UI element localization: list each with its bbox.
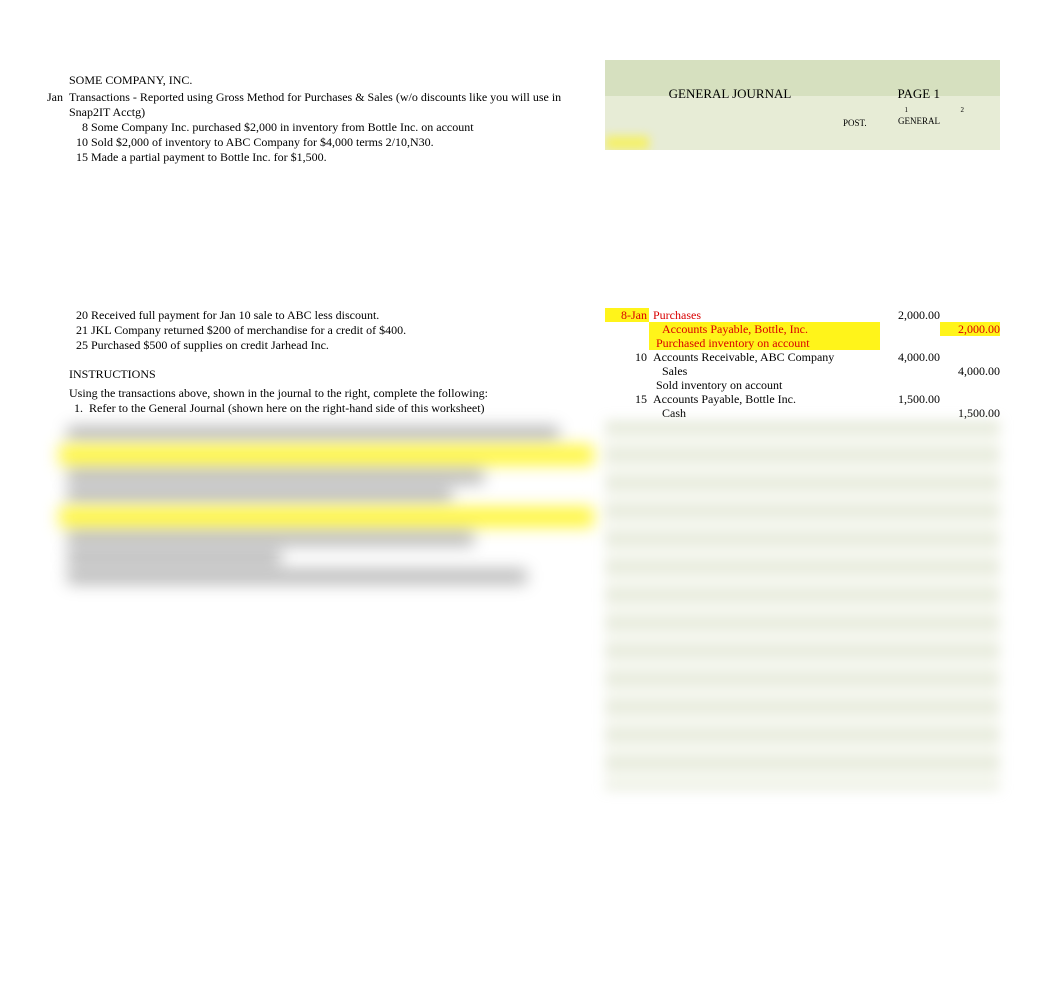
transaction-day: 21	[69, 323, 91, 338]
journal-row: Sales 4,000.00	[605, 364, 1000, 378]
step-number: 1.	[69, 401, 89, 416]
transaction-row: 10Sold $2,000 of inventory to ABC Compan…	[47, 135, 602, 150]
journal-row: Accounts Payable, Bottle, Inc. 2,000.00	[605, 322, 1000, 336]
company-name: SOME COMPANY, INC.	[69, 73, 602, 88]
transaction-day: 8	[69, 120, 91, 135]
transaction-text: Some Company Inc. purchased $2,000 in in…	[91, 120, 602, 135]
instructions-line: Using the transactions above, shown in t…	[69, 386, 602, 401]
journal-desc: Sold inventory on account	[649, 378, 880, 392]
transaction-day: 15	[69, 150, 91, 165]
transaction-text: Purchased $500 of supplies on credit Jar…	[91, 338, 602, 353]
journal-row: 15Accounts Payable, Bottle Inc.1,500.00	[605, 392, 1000, 406]
journal-debit: 2,000.00	[880, 308, 940, 322]
gj-general: GENERAL	[898, 116, 940, 126]
transaction-text: JKL Company returned $200 of merchandise…	[91, 323, 602, 338]
journal-credit: 2,000.00	[940, 322, 1000, 336]
transaction-row: 20Received full payment for Jan 10 sale …	[47, 308, 602, 323]
journal-desc: Purchases	[649, 308, 880, 322]
journal-desc: Cash	[649, 406, 880, 420]
journal-debit: 1,500.00	[880, 392, 940, 406]
journal-desc: Accounts Payable, Bottle Inc.	[649, 392, 880, 406]
step-text: Refer to the General Journal (shown here…	[89, 401, 485, 416]
transactions-header: Transactions - Reported using Gross Meth…	[69, 90, 602, 120]
journal-row: Sold inventory on account	[605, 378, 1000, 392]
journal-debit: 4,000.00	[880, 350, 940, 364]
general-journal-header: GENERAL JOURNAL PAGE 1 1 2 POST. GENERAL	[605, 60, 1000, 150]
month-label: Jan	[47, 90, 69, 105]
journal-desc: Accounts Payable, Bottle, Inc.	[649, 322, 880, 336]
transaction-row: 8Some Company Inc. purchased $2,000 in i…	[47, 120, 602, 135]
journal-row: 8-JanPurchases2,000.00	[605, 308, 1000, 322]
blurred-journal-continuation	[605, 420, 1000, 790]
transaction-text: Received full payment for Jan 10 sale to…	[91, 308, 602, 323]
transaction-day: 25	[69, 338, 91, 353]
journal-row: Cash 1,500.00	[605, 406, 1000, 420]
journal-desc: Sales	[649, 364, 880, 378]
gj-colnum-2: 2	[961, 106, 965, 114]
transaction-text: Made a partial payment to Bottle Inc. fo…	[91, 150, 602, 165]
transaction-day: 10	[69, 135, 91, 150]
journal-date: 8-Jan	[605, 308, 649, 322]
transaction-text: Sold $2,000 of inventory to ABC Company …	[91, 135, 602, 150]
journal-date: 15	[605, 392, 649, 406]
transaction-day: 20	[69, 308, 91, 323]
transaction-row: 25Purchased $500 of supplies on credit J…	[47, 338, 602, 353]
journal-desc: Accounts Receivable, ABC Company	[649, 350, 880, 364]
journal-row: 10Accounts Receivable, ABC Company4,000.…	[605, 350, 1000, 364]
blurred-instructions	[67, 422, 602, 602]
journal-credit: 1,500.00	[940, 406, 1000, 420]
gj-colnum-1: 1	[905, 106, 909, 114]
instructions-heading: INSTRUCTIONS	[69, 367, 602, 382]
gj-title: GENERAL JOURNAL	[605, 86, 855, 102]
gj-page: PAGE 1	[897, 86, 940, 102]
transaction-row: 15Made a partial payment to Bottle Inc. …	[47, 150, 602, 165]
gj-post: POST.	[843, 118, 867, 128]
journal-desc: Purchased inventory on account	[649, 336, 880, 350]
journal-date: 10	[605, 350, 649, 364]
journal-credit: 4,000.00	[940, 364, 1000, 378]
journal-row: Purchased inventory on account	[605, 336, 1000, 350]
transaction-row: 21JKL Company returned $200 of merchandi…	[47, 323, 602, 338]
journal-entries: 8-JanPurchases2,000.00 Accounts Payable,…	[605, 308, 1000, 790]
